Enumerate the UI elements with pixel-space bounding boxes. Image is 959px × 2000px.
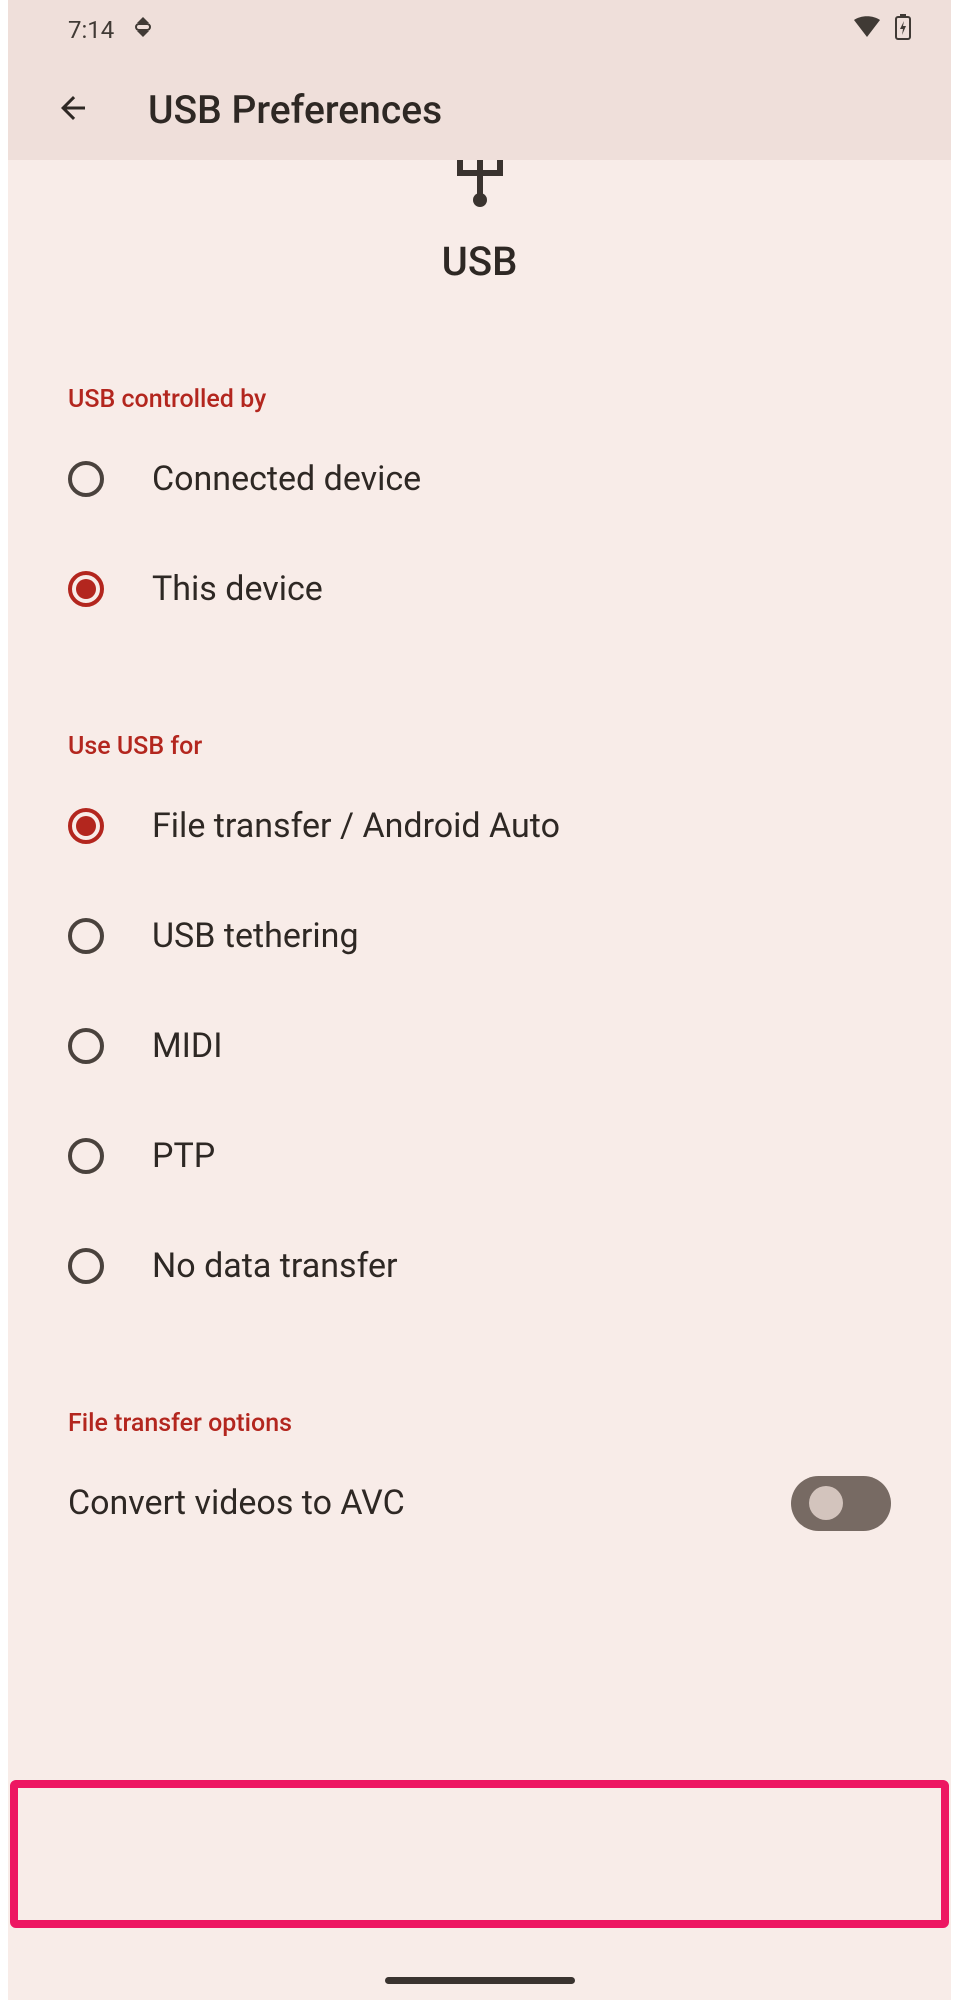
radio-file-transfer[interactable]: File transfer / Android Auto [68,771,891,881]
arrow-back-icon [55,90,91,130]
notification-icon [132,15,154,45]
radio-no-data-transfer[interactable]: No data transfer [68,1211,891,1321]
content: USB USB controlled by Connected device T… [8,160,951,1558]
radio-label: USB tethering [152,916,359,956]
page-title: USB Preferences [148,87,442,133]
radio-icon [68,571,104,607]
radio-usb-tethering[interactable]: USB tethering [68,881,891,991]
radio-label: This device [152,569,323,609]
status-left: 7:14 [68,15,154,45]
usb-icon [68,160,891,208]
radio-this-device[interactable]: This device [68,534,891,644]
gesture-nav-handle[interactable] [385,1977,575,1984]
radio-label: MIDI [152,1026,223,1066]
radio-icon [68,1248,104,1284]
status-bar: 7:14 [8,0,951,60]
radio-icon [68,918,104,954]
usb-hero: USB [68,160,891,295]
highlight-annotation [10,1780,949,1928]
radio-label: Connected device [152,459,421,499]
section-header-file-transfer: File transfer options [68,1409,891,1438]
switch-label: Convert videos to AVC [68,1483,791,1523]
radio-icon [68,461,104,497]
radio-label: File transfer / Android Auto [152,806,560,846]
back-button[interactable] [48,85,98,135]
switch-convert-videos[interactable]: Convert videos to AVC [68,1448,891,1558]
status-right [853,14,911,46]
section-header-controlled-by: USB controlled by [68,385,891,414]
wifi-icon [853,16,881,44]
radio-icon [68,1028,104,1064]
radio-connected-device[interactable]: Connected device [68,424,891,534]
radio-label: No data transfer [152,1246,398,1286]
radio-icon [68,1138,104,1174]
status-time: 7:14 [68,16,114,44]
usb-hero-label: USB [68,238,891,285]
radio-midi[interactable]: MIDI [68,991,891,1101]
radio-label: PTP [152,1136,215,1176]
toggle-switch[interactable] [791,1476,891,1531]
radio-ptp[interactable]: PTP [68,1101,891,1211]
radio-icon [68,808,104,844]
app-bar: USB Preferences [8,60,951,160]
section-header-use-for: Use USB for [68,732,891,761]
battery-icon [895,14,911,46]
